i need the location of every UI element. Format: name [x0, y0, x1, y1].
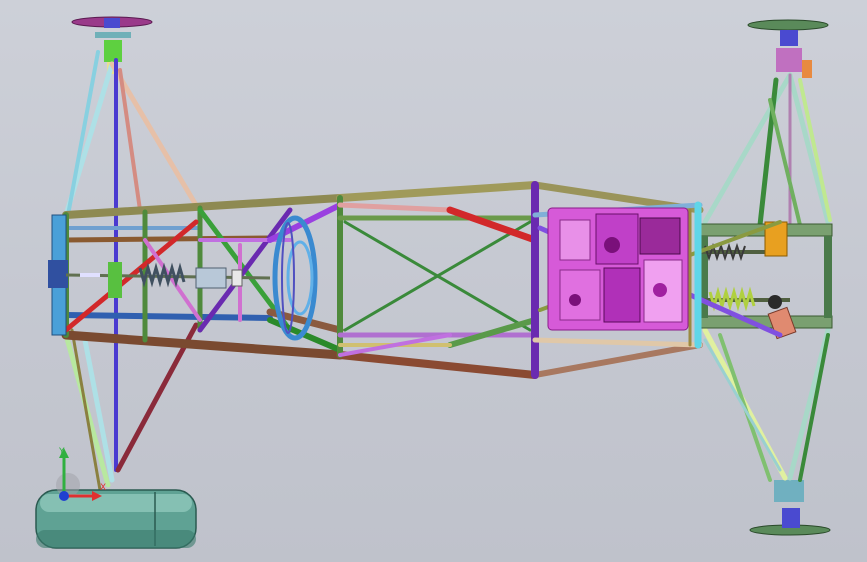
chassis-model[interactable]: Y X [0, 0, 867, 562]
rear-right-wheel-bottom [749, 480, 831, 536]
cad-viewport[interactable]: Y X [0, 0, 867, 562]
triad-y-label: Y [58, 447, 65, 457]
rear-lower-wishbone [702, 327, 831, 482]
rear-damper-lower [700, 286, 797, 340]
rear-upper-wishbone [702, 72, 832, 232]
rear-right-wheel-top [747, 19, 829, 78]
triad-x-label: X [100, 483, 106, 493]
front-lower-wishbone [63, 322, 199, 492]
engine-block [547, 207, 689, 331]
